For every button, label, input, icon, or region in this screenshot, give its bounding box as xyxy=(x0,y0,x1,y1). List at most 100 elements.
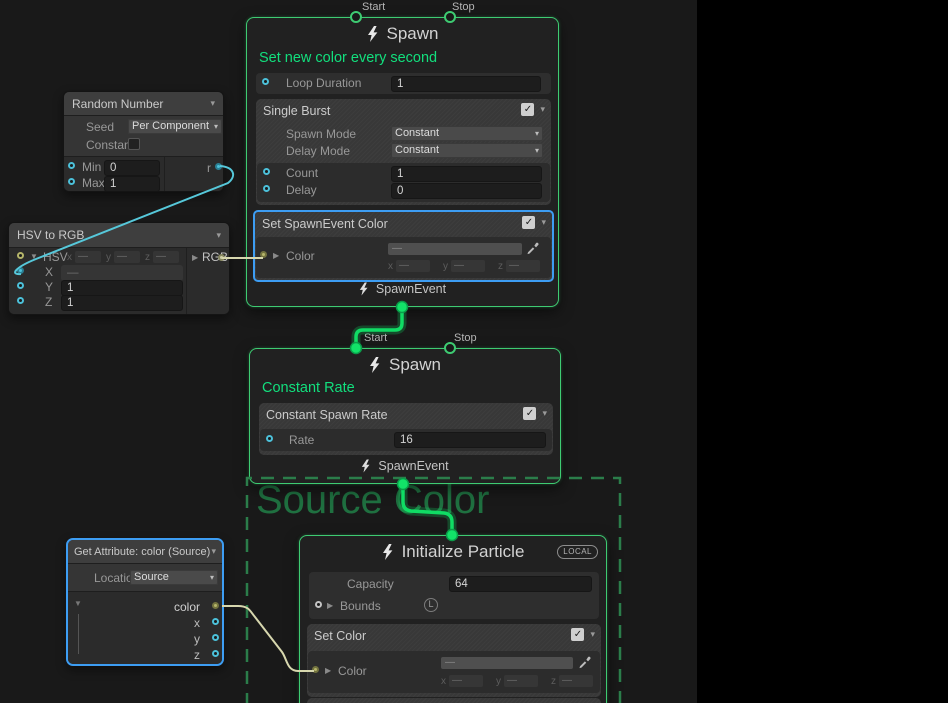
input-port-min[interactable] xyxy=(68,162,75,169)
node-spawn-1[interactable]: Spawn Set new color every second Loop Du… xyxy=(246,17,559,307)
input-port-count[interactable] xyxy=(263,168,270,175)
block-set-color[interactable]: Set Color ▾ ▶ Color — x— y— z— xyxy=(307,624,601,697)
graph-canvas[interactable]: Source Color Start Stop Start Stop Rando… xyxy=(0,0,697,703)
divider xyxy=(164,157,165,192)
y-field[interactable]: 1 xyxy=(61,280,183,296)
chevron-down-icon[interactable]: ▾ xyxy=(542,408,547,419)
mini-field: — xyxy=(449,675,483,687)
input-port-bounds[interactable] xyxy=(315,601,322,608)
expand-triangle-icon[interactable]: ▼ xyxy=(30,252,38,262)
axis-label: z xyxy=(551,676,556,687)
block-header[interactable]: Constant Spawn Rate ▾ xyxy=(259,403,553,426)
count-field[interactable]: 1 xyxy=(391,166,542,182)
block-enabled-checkbox[interactable] xyxy=(571,628,584,641)
chevron-down-icon[interactable]: ▾ xyxy=(540,104,545,115)
block-constant-spawn-rate[interactable]: Constant Spawn Rate ▾ Rate 16 xyxy=(259,403,553,455)
capacity-field[interactable]: 64 xyxy=(449,576,592,592)
output-port-y[interactable] xyxy=(212,634,219,641)
expand-triangle-icon[interactable]: ▼ xyxy=(74,599,82,609)
node-header[interactable]: HSV to RGB ▾ xyxy=(9,223,229,248)
mini-field: — xyxy=(451,260,485,272)
mini-field[interactable]: — xyxy=(114,251,140,263)
hsv-label: HSV xyxy=(43,250,68,264)
block-enabled-checkbox[interactable] xyxy=(521,103,534,116)
mini-field[interactable]: — xyxy=(75,251,101,263)
capacity-label: Capacity xyxy=(347,577,394,591)
output-label-x: x xyxy=(194,616,200,630)
eyedropper-icon[interactable] xyxy=(526,242,539,255)
seed-dropdown[interactable]: Per Component ▾ xyxy=(128,119,222,134)
block-header[interactable]: Set Color ▾ xyxy=(307,624,601,647)
expand-triangle-icon[interactable]: ▶ xyxy=(327,601,333,611)
block-enabled-checkbox[interactable] xyxy=(522,216,535,229)
input-port-rate[interactable] xyxy=(266,435,273,442)
node-settings: Location Source ▾ xyxy=(68,564,222,592)
max-field[interactable]: 1 xyxy=(104,176,160,192)
node-random-number[interactable]: Random Number ▾ Seed Per Component ▾ Con… xyxy=(63,91,224,192)
chevron-down-icon[interactable]: ▾ xyxy=(211,546,216,557)
flow-label-stop: Stop xyxy=(452,1,475,13)
node-initialize-particle[interactable]: Initialize Particle LOCAL Capacity 64 ▶ … xyxy=(299,535,607,703)
chevron-down-icon[interactable]: ▾ xyxy=(216,230,221,241)
block-set-spawnevent-color[interactable]: Set SpawnEvent Color ▾ ▶ Color — x— y— z… xyxy=(253,210,554,282)
rate-row: Rate 16 xyxy=(260,429,552,451)
spawn-mode-dropdown[interactable]: Constant ▾ xyxy=(391,126,543,141)
color-row: ▶ Color — x— y— z— xyxy=(256,237,551,278)
output-port-color[interactable] xyxy=(212,602,219,609)
count-label: Count xyxy=(286,166,318,180)
expand-triangle-icon[interactable]: ▶ xyxy=(325,666,331,676)
color-swatch[interactable]: — xyxy=(441,657,573,669)
hsv-y-mini: y — xyxy=(106,251,140,263)
z-field[interactable]: 1 xyxy=(61,295,183,311)
y-label: Y xyxy=(45,280,53,294)
node-spawn-2[interactable]: Spawn Constant Rate Constant Spawn Rate … xyxy=(249,348,561,484)
next-block-partial[interactable] xyxy=(307,698,601,703)
output-port-x[interactable] xyxy=(212,618,219,625)
block-single-burst[interactable]: Single Burst ▾ Spawn Mode Constant ▾ Del… xyxy=(256,99,551,205)
expand-triangle-icon[interactable]: ▶ xyxy=(273,251,279,261)
color-z-mini: z— xyxy=(498,260,540,272)
input-port-y[interactable] xyxy=(17,282,24,289)
input-port-max[interactable] xyxy=(68,178,75,185)
axis-label: z xyxy=(498,261,503,272)
delay-mode-dropdown[interactable]: Constant ▾ xyxy=(391,143,543,158)
eyedropper-icon[interactable] xyxy=(578,656,591,669)
input-port-x[interactable] xyxy=(17,267,24,274)
dropdown-arrow-icon: ▾ xyxy=(214,119,218,134)
chevron-down-icon[interactable]: ▾ xyxy=(590,629,595,640)
input-port-delay[interactable] xyxy=(263,185,270,192)
input-port-color[interactable] xyxy=(312,666,319,673)
input-port-color[interactable] xyxy=(260,251,267,258)
output-port-rgb[interactable] xyxy=(218,254,225,261)
node-hsv-to-rgb[interactable]: HSV to RGB ▾ ▼ HSV x — y — z — X — xyxy=(8,222,230,315)
rate-field[interactable]: 16 xyxy=(394,432,546,448)
block-header[interactable]: Single Burst ▾ xyxy=(256,99,551,122)
loop-duration-field[interactable]: 1 xyxy=(391,76,541,92)
mini-field[interactable]: — xyxy=(153,251,179,263)
block-header[interactable]: Set SpawnEvent Color ▾ xyxy=(255,212,552,235)
node-header[interactable]: Random Number ▾ xyxy=(64,92,223,116)
expand-triangle-icon[interactable]: ▶ xyxy=(192,253,198,263)
output-port-z[interactable] xyxy=(212,650,219,657)
delay-field[interactable]: 0 xyxy=(391,183,542,199)
min-field[interactable]: 0 xyxy=(104,160,160,176)
local-space-icon[interactable]: L xyxy=(424,598,438,612)
chevron-down-icon[interactable]: ▾ xyxy=(210,98,215,109)
input-port-hsv[interactable] xyxy=(17,252,24,259)
loop-duration-row: Loop Duration 1 xyxy=(256,73,551,94)
chevron-down-icon[interactable]: ▾ xyxy=(541,217,546,228)
output-port-r[interactable] xyxy=(215,163,222,170)
input-port-z[interactable] xyxy=(17,297,24,304)
context-title: Spawn xyxy=(247,24,558,44)
block-enabled-checkbox[interactable] xyxy=(523,407,536,420)
color-swatch[interactable]: — xyxy=(388,243,522,255)
location-dropdown[interactable]: Source ▾ xyxy=(130,570,218,585)
output-label-y: y xyxy=(194,632,200,646)
constant-checkbox[interactable] xyxy=(128,138,140,150)
output-label-r: r xyxy=(207,161,211,175)
input-port-loop-duration[interactable] xyxy=(262,78,269,85)
node-header[interactable]: Get Attribute: color (Source) ▾ xyxy=(68,540,222,564)
spawn-mode-value: Constant xyxy=(395,126,439,141)
lightning-icon xyxy=(359,282,368,296)
node-get-attribute[interactable]: Get Attribute: color (Source) ▾ Location… xyxy=(66,538,224,666)
